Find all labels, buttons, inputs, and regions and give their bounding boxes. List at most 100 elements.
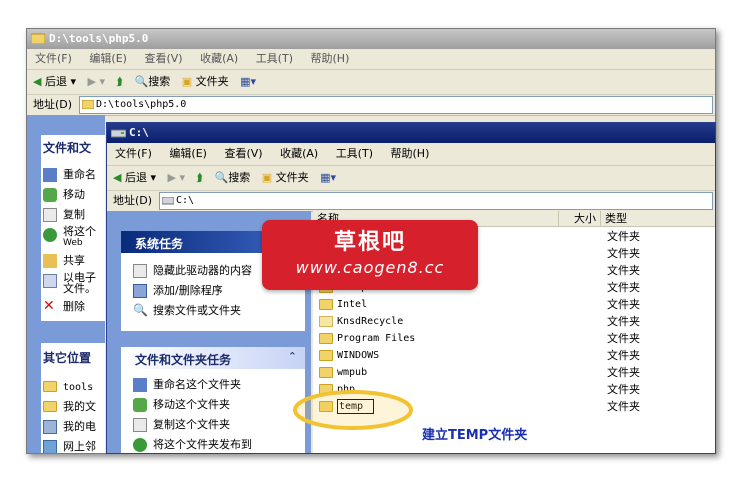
menu-edit[interactable]: 编辑(E) [89,49,127,69]
task-rename[interactable]: 重命名 [43,165,107,185]
file-row[interactable]: KnsdRecycle 文件夹 [319,313,709,330]
file-row[interactable]: wmpub 文件夹 [319,364,709,381]
folder-icon [319,350,333,361]
address-input[interactable]: C:\ [159,192,713,210]
file-folder-tasks-panel: 文件和文件夹任务 ⌃ 重命名这个文件夹 移动这个文件夹 复制这个文件夹 将这个文… [121,347,305,453]
folders-icon: ▣ [181,75,193,88]
folders-label: 文件夹 [195,75,229,88]
task-move-folder[interactable]: 移动这个文件夹 [133,395,252,415]
task-rename-folder[interactable]: 重命名这个文件夹 [133,375,252,395]
menu-view[interactable]: 查看(V) [224,143,262,165]
place-label: 我的文 [63,400,96,413]
task-label: 删除 [63,300,85,313]
file-type: 文件夹 [607,264,640,277]
collapse-chevron-icon[interactable]: ⌃ [288,350,297,363]
folder-icon [82,100,94,109]
my-documents-icon [43,401,57,412]
views-button[interactable]: ▦▾ [320,166,336,190]
folder-icon [319,333,333,344]
menu-tools[interactable]: 工具(T) [336,143,373,165]
file-name: KnsdRecycle [337,316,404,327]
back-window-titlebar[interactable]: D:\tools\php5.0 [27,29,715,49]
up-folder-icon[interactable]: ⮭ [196,166,203,190]
copy-icon [133,418,147,432]
task-label: 搜索文件或文件夹 [153,304,241,317]
file-folder-tasks-title: 文件和文件夹任务 [135,353,232,367]
file-type: 文件夹 [607,247,640,260]
forward-button[interactable]: ▶ ▾ [88,70,105,94]
address-input[interactable]: D:\tools\php5.0 [79,96,713,114]
highlight-ellipse [293,390,413,430]
task-label: 隐藏此驱动器的内容 [153,264,252,277]
forward-button[interactable]: ▶ ▾ [168,166,185,190]
task-publish-web: Web [43,238,107,251]
place-my-computer[interactable]: 我的电 [43,417,107,437]
front-menubar: 文件(F) 编辑(E) 查看(V) 收藏(A) 工具(T) 帮助(H) [107,143,715,166]
programs-icon [133,284,147,298]
search-label: 搜索 [148,75,171,88]
address-value: D:\tools\php5.0 [96,99,187,110]
front-window-titlebar[interactable]: C:\ [107,123,715,143]
place-my-documents[interactable]: 我的文 [43,397,107,417]
menu-tools[interactable]: 工具(T) [256,49,293,69]
hide-contents-icon [133,264,147,278]
folders-button[interactable]: ▣ 文件夹 [182,70,229,94]
file-type: 文件夹 [607,383,640,396]
place-label: 我的电 [63,420,96,433]
task-publish[interactable]: 将这个 [43,225,107,242]
menu-view[interactable]: 查看(V) [144,49,182,69]
task-share[interactable]: 共享 [43,251,107,271]
back-button[interactable]: ◀ 后退 ▾ [33,70,76,94]
menu-file[interactable]: 文件(F) [115,143,152,165]
back-label: 后退 [124,171,147,184]
file-row[interactable]: WINDOWS 文件夹 [319,347,709,364]
search-button[interactable]: 🔍搜索 [215,166,251,190]
task-add-remove-programs[interactable]: 添加/删除程序 [133,281,252,301]
task-label: 重命名这个文件夹 [153,378,241,391]
menu-file[interactable]: 文件(F) [35,49,72,69]
task-publish-folder[interactable]: 将这个文件夹发布到 [133,435,252,453]
back-address-bar: 地址(D) D:\tools\php5.0 [27,95,715,116]
folders-button[interactable]: ▣ 文件夹 [262,166,309,190]
folder-icon [43,381,57,392]
up-folder-icon[interactable]: ⮭ [116,70,123,94]
share-icon [43,254,57,268]
task-label: 复制 [63,208,85,221]
panel-header: 其它位置 [43,351,92,365]
task-move[interactable]: 移动 [43,185,107,205]
menu-favorites[interactable]: 收藏(A) [280,143,318,165]
rename-icon [43,168,57,182]
file-folder-tasks-header[interactable]: 文件和文件夹任务 ⌃ [121,347,305,369]
back-button[interactable]: ◀ 后退 ▾ [113,166,156,190]
delete-icon: ✕ [43,298,55,314]
task-search-files[interactable]: 🔍 搜索文件或文件夹 [133,301,252,321]
move-icon [133,398,147,412]
task-email-file: 文件。 [43,283,107,297]
search-button[interactable]: 🔍搜索 [135,70,171,94]
task-hide-drive[interactable]: 隐藏此驱动器的内容 [133,261,252,281]
file-name: Program Files [337,333,416,344]
menu-help[interactable]: 帮助(H) [311,49,350,69]
task-delete[interactable]: ✕ 删除 [43,297,107,317]
menu-edit[interactable]: 编辑(E) [169,143,207,165]
menu-help[interactable]: 帮助(H) [391,143,430,165]
task-label: 移动 [63,188,85,201]
task-label: Web [63,238,83,248]
file-row[interactable]: Program Files 文件夹 [319,330,709,347]
file-name: wmpub [337,367,368,378]
back-arrow-icon: ◀ [33,75,42,88]
task-copy-folder[interactable]: 复制这个文件夹 [133,415,252,435]
file-row[interactable]: Intel 文件夹 [319,296,709,313]
task-label: 将这个 [63,225,96,238]
search-icon: 🔍 [134,75,149,88]
task-copy[interactable]: 复制 [43,205,107,225]
column-size-header[interactable]: 大小 [559,211,601,227]
search-icon: 🔍 [133,303,148,317]
views-button[interactable]: ▦▾ [240,70,256,94]
back-window-title: D:\tools\php5.0 [49,32,149,45]
column-type-header[interactable]: 类型 [601,211,715,227]
search-icon: 🔍 [214,171,229,184]
menu-favorites[interactable]: 收藏(A) [200,49,238,69]
place-tools[interactable]: tools [43,377,107,397]
place-network[interactable]: 网上邻 [43,437,107,453]
